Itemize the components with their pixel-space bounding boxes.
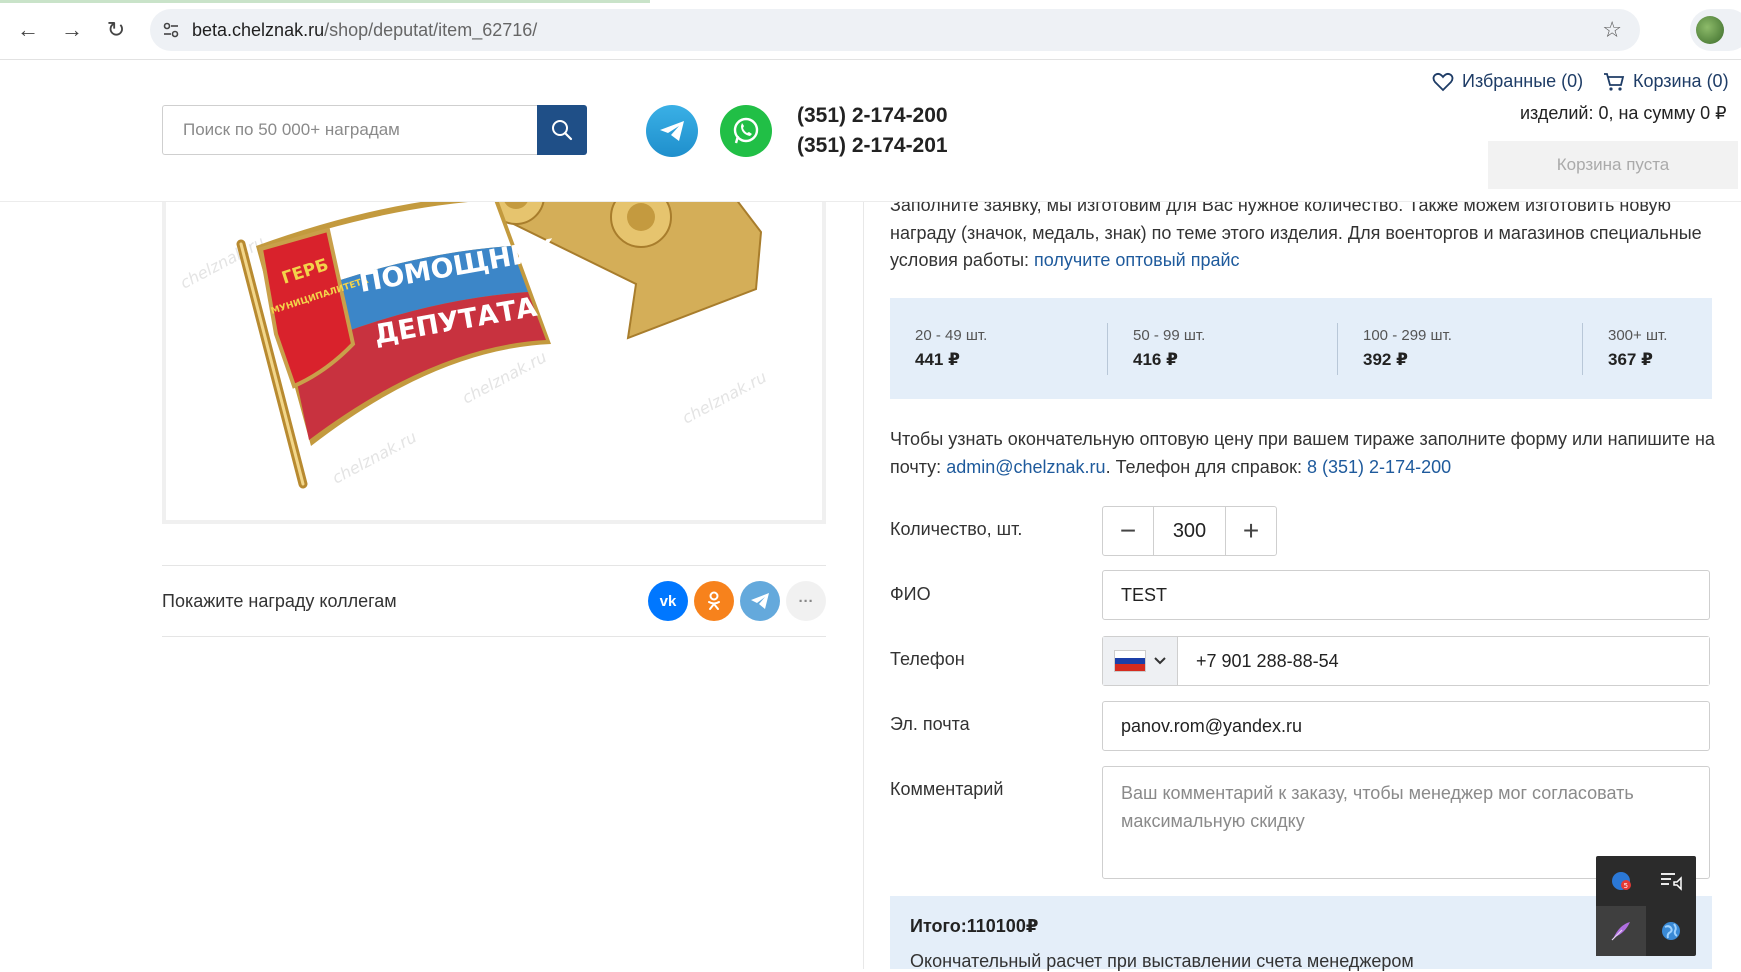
forward-icon[interactable]: → <box>56 14 88 46</box>
wholesale-note: Чтобы узнать окончательную оптовую цену … <box>890 425 1720 481</box>
bookmark-star-icon[interactable]: ☆ <box>1602 17 1622 43</box>
increase-button[interactable]: + <box>1226 507 1276 555</box>
tier-price: 392 ₽ <box>1363 350 1408 369</box>
phone-field-group <box>1102 636 1710 686</box>
search-bar <box>162 105 587 155</box>
price-tier: 100 - 299 шт. 392 ₽ <box>1337 322 1582 375</box>
profile-button[interactable] <box>1690 9 1741 51</box>
intro-text: Заполните заявку, мы изготовим для Вас н… <box>890 192 1720 275</box>
tier-range: 50 - 99 шт. <box>1133 327 1206 344</box>
cart-summary: изделий: 0, на сумму 0 ₽ <box>1520 103 1727 123</box>
chevron-down-icon <box>1154 657 1166 665</box>
name-label: ФИО <box>890 584 931 604</box>
email-field[interactable] <box>1102 701 1710 751</box>
product-image[interactable]: chelznak.ru chelznak.ru chelznak.ru chel… <box>162 150 826 524</box>
tray-badge-count: 5 <box>1624 882 1628 890</box>
comment-label: Комментарий <box>890 779 1004 799</box>
tier-range: 20 - 49 шт. <box>915 327 988 344</box>
url-host: beta.chelznak.ru <box>192 19 325 40</box>
total-box: Итого:110100₽ Окончательный расчет при в… <box>890 896 1712 971</box>
reload-icon[interactable]: ↻ <box>100 14 132 46</box>
feather-pen-icon[interactable] <box>1596 906 1646 956</box>
back-icon[interactable]: ← <box>12 14 44 46</box>
search-button[interactable] <box>537 105 587 155</box>
cart-link[interactable]: Корзина (0) <box>1603 71 1729 92</box>
wholesale-price-link[interactable]: получите оптовый прайс <box>1034 250 1240 270</box>
email-link[interactable]: admin@chelznak.ru <box>946 457 1105 477</box>
price-tiers: 20 - 49 шт. 441 ₽ 50 - 99 шт. 416 ₽ 100 … <box>890 298 1712 399</box>
heart-icon <box>1432 72 1454 91</box>
address-bar[interactable]: beta.chelznak.ru/shop/deputat/item_62716… <box>150 9 1640 51</box>
vk-share-icon[interactable]: vk <box>648 581 688 621</box>
more-share-icon[interactable]: ··· <box>786 581 826 621</box>
search-icon <box>552 120 573 141</box>
notification-app-icon[interactable]: 5 <box>1596 856 1646 906</box>
phone-number[interactable]: (351) 2-174-200 <box>797 101 948 131</box>
column-divider <box>863 202 864 969</box>
globe-app-icon[interactable] <box>1646 906 1696 956</box>
tier-range: 100 - 299 шт. <box>1363 327 1452 344</box>
header-phones: (351) 2-174-200 (351) 2-174-201 <box>797 101 948 161</box>
cart-label: Корзина (0) <box>1633 71 1729 91</box>
phone-link[interactable]: 8 (351) 2-174-200 <box>1307 457 1451 477</box>
url-path: /shop/deputat/item_62716/ <box>324 19 538 40</box>
quantity-label: Количество, шт. <box>890 519 1023 539</box>
name-field[interactable] <box>1102 570 1710 620</box>
note-text: . Телефон для справок: <box>1105 457 1308 477</box>
intro-body: Заполните заявку, мы изготовим для Вас н… <box>890 195 1702 270</box>
whatsapp-icon[interactable] <box>720 105 772 157</box>
favorites-link[interactable]: Избранные (0) <box>1432 71 1583 92</box>
odnoklassniki-share-icon[interactable] <box>694 581 734 621</box>
telegram-icon[interactable] <box>646 105 698 157</box>
price-tier: 20 - 49 шт. 441 ₽ <box>890 323 1107 375</box>
email-label: Эл. почта <box>890 714 970 734</box>
phone-label: Телефон <box>890 649 965 669</box>
country-select[interactable] <box>1103 637 1178 685</box>
quantity-stepper: − + <box>1102 506 1277 556</box>
share-label: Покажите награду коллегам <box>162 590 397 611</box>
watermark: chelznak.ru <box>329 427 420 487</box>
search-input[interactable] <box>162 105 537 155</box>
price-tier: 50 - 99 шт. 416 ₽ <box>1107 322 1337 375</box>
site-header: (351) 2-174-200 (351) 2-174-201 Избранны… <box>0 61 1741 202</box>
favorites-label: Избранные (0) <box>1462 71 1584 91</box>
loading-bar <box>0 0 650 3</box>
list-audio-icon[interactable] <box>1646 856 1696 906</box>
decrease-button[interactable]: − <box>1103 507 1153 555</box>
share-bar: Покажите награду коллегам vk ··· <box>162 565 826 637</box>
watermark: chelznak.ru <box>679 367 770 427</box>
tier-price: 416 ₽ <box>1133 350 1178 369</box>
russia-flag-icon <box>1114 650 1146 672</box>
phone-number[interactable]: (351) 2-174-201 <box>797 131 948 161</box>
cart-icon <box>1604 72 1625 91</box>
floating-tray: 5 <box>1596 856 1696 956</box>
tier-price: 441 ₽ <box>915 350 960 369</box>
tier-range: 300+ шт. <box>1608 327 1668 344</box>
avatar <box>1696 16 1724 44</box>
total-amount: Итого:110100₽ <box>910 916 1039 936</box>
phone-input[interactable] <box>1178 637 1709 685</box>
site-settings-icon[interactable] <box>150 9 192 51</box>
cart-empty-button[interactable]: Корзина пуста <box>1488 141 1738 189</box>
tier-price: 367 ₽ <box>1608 350 1653 369</box>
telegram-share-icon[interactable] <box>740 581 780 621</box>
browser-toolbar: ← → ↻ beta.chelznak.ru/shop/deputat/item… <box>0 0 1741 60</box>
price-tier: 300+ шт. 367 ₽ <box>1582 322 1712 375</box>
quantity-input[interactable] <box>1153 507 1226 555</box>
